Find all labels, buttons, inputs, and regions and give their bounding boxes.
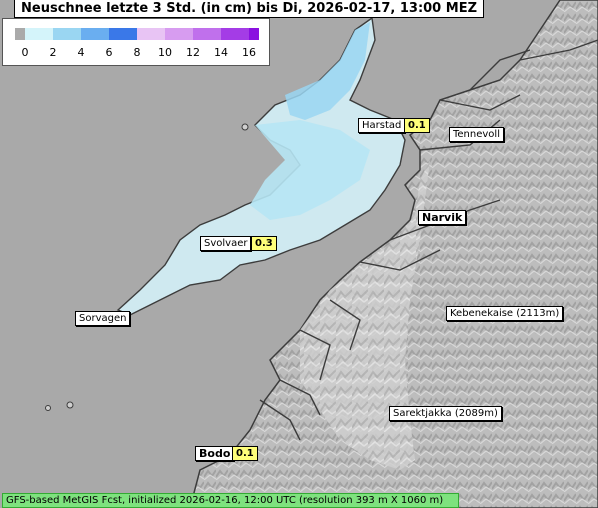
legend-swatch bbox=[137, 28, 165, 40]
place-tennevoll: Tennevoll bbox=[449, 127, 504, 142]
legend-swatch bbox=[165, 28, 193, 40]
value-svolvaer: 0.3 bbox=[251, 236, 277, 251]
place-kebenekaise: Kebenekaise (2113m) bbox=[446, 306, 564, 321]
legend-tick: 4 bbox=[77, 46, 85, 59]
legend-swatch bbox=[221, 28, 249, 40]
legend-tick: 16 bbox=[242, 46, 256, 59]
legend-tick: 10 bbox=[158, 46, 172, 59]
legend-tick: 8 bbox=[133, 46, 141, 59]
legend-swatch bbox=[53, 28, 81, 40]
value-harstad: 0.1 bbox=[404, 118, 430, 133]
legend-tick: 0 bbox=[21, 46, 29, 59]
legend-tick: 12 bbox=[186, 46, 200, 59]
islet bbox=[45, 405, 51, 411]
legend-ticks: 0 2 4 6 8 10 12 14 16 bbox=[3, 46, 269, 60]
islet bbox=[66, 401, 74, 409]
legend-tick: 6 bbox=[105, 46, 113, 59]
legend: 0 2 4 6 8 10 12 14 16 bbox=[2, 18, 270, 66]
map-title: Neuschnee letzte 3 Std. (in cm) bis Di, … bbox=[14, 0, 484, 18]
footer-info: GFS-based MetGIS Fcst, initialized 2026-… bbox=[2, 493, 459, 508]
legend-swatch bbox=[193, 28, 221, 40]
legend-swatch bbox=[25, 28, 53, 40]
map-base bbox=[0, 0, 598, 508]
legend-swatch bbox=[81, 28, 109, 40]
islet bbox=[241, 123, 249, 131]
place-svolvaer: Svolvaer bbox=[200, 236, 252, 251]
place-sarektjakka: Sarektjakka (2089m) bbox=[389, 406, 502, 421]
legend-tick: 2 bbox=[49, 46, 57, 59]
legend-swatch bbox=[109, 28, 137, 40]
legend-tick: 14 bbox=[214, 46, 228, 59]
legend-color-bar bbox=[15, 28, 259, 40]
value-bodo: 0.1 bbox=[232, 446, 258, 461]
place-sorvagen: Sorvagen bbox=[75, 311, 131, 326]
legend-swatch bbox=[249, 28, 259, 40]
snow-map: Neuschnee letzte 3 Std. (in cm) bis Di, … bbox=[0, 0, 598, 508]
place-narvik: Narvik bbox=[418, 210, 467, 225]
place-bodo: Bodo bbox=[195, 446, 235, 461]
place-harstad: Harstad bbox=[358, 118, 406, 133]
legend-swatch bbox=[15, 28, 25, 40]
